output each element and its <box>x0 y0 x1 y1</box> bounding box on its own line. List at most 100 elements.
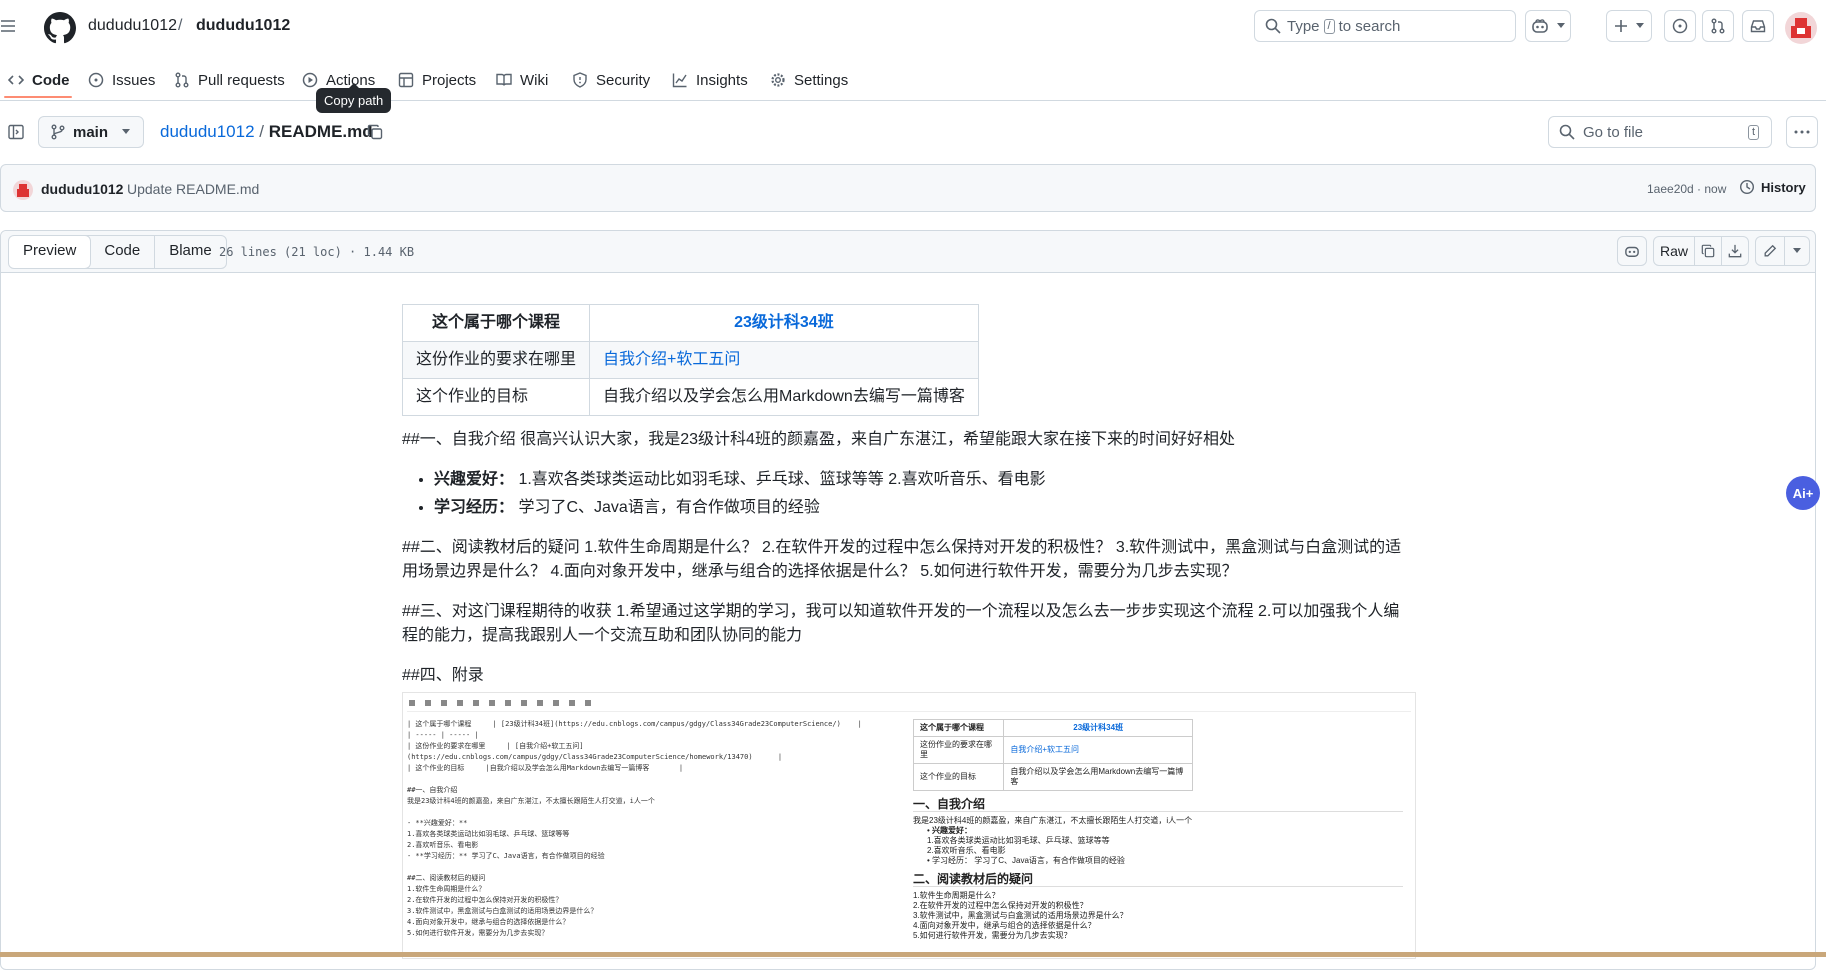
history-button[interactable]: History <box>1739 179 1806 195</box>
sidebar-expand-icon[interactable] <box>8 124 24 140</box>
edit-menu-button[interactable] <box>1784 236 1810 266</box>
author-avatar[interactable] <box>13 180 33 200</box>
list-item: 1.喜欢各类球类运动比如羽毛球、乒乓球、篮球等等 <box>927 836 1110 845</box>
issues-shortcut-button[interactable] <box>1664 10 1696 42</box>
homework-link[interactable]: 自我介绍+软工五问 <box>603 351 740 368</box>
copy-raw-button[interactable] <box>1694 236 1722 266</box>
blame-button[interactable]: Blame <box>155 236 226 268</box>
commit-message[interactable]: Update README.md <box>127 181 259 197</box>
avatar[interactable] <box>1785 12 1817 44</box>
preview-line: 4.面向对象开发中，继承与组合的选择依据是什么？ <box>913 921 1096 930</box>
table-cell: 23级计科34班 <box>1003 719 1193 737</box>
table-cell: 这个作业的目标 <box>401 378 591 416</box>
table-row: 这个属于哪个课程 23级计科34班 <box>912 719 1193 737</box>
breadcrumb: dududu1012 / README.md <box>160 122 373 142</box>
download-button[interactable] <box>1721 236 1749 266</box>
book-icon <box>496 72 520 88</box>
preview-list: • 兴趣爱好： 1.喜欢各类球类运动比如羽毛球、乒乓球、篮球等等 2.喜欢听音乐… <box>913 826 1403 866</box>
table-cell: 自我介绍以及学会怎么用Markdown去编写一篇博客 <box>589 378 979 416</box>
tab-label: Settings <box>794 71 849 89</box>
preview-text: 我是23级计科4班的颜嘉盈，来自广东湛江，不太擅长跟陌生人打交道，i人一个 <box>913 816 1193 825</box>
editor-source: | 这个属于哪个课程 | [23级计科34班](https://edu.cnbl… <box>407 720 862 937</box>
preview-line: 1.软件生命周期是什么？ <box>913 891 1000 900</box>
preview-line: 5.如何进行软件开发，需要分为几步去实现？ <box>913 931 1072 940</box>
tab-active-indicator <box>4 96 72 98</box>
table-cell: 自我介绍+软工五问 <box>1003 736 1193 764</box>
table-row: 这份作业的要求在哪里 自我介绍+软工五问 <box>912 736 1193 764</box>
chevron-down-icon <box>1793 248 1801 254</box>
paragraph-expectations: ##三、对这门课程期待的收获 1.希望通过这学期的学习，我可以知道软件开发的一个… <box>402 603 1400 644</box>
pencil-icon <box>1763 244 1777 258</box>
issue-opened-icon <box>1672 18 1688 34</box>
tab-settings[interactable]: Settings <box>770 66 848 94</box>
preview-button[interactable]: Preview <box>8 236 92 268</box>
raw-button[interactable]: Raw <box>1653 236 1695 266</box>
preview-line: 3.软件测试中，黑盒测试与白盒测试的适用场景边界是什么？ <box>913 911 1128 920</box>
commit-author[interactable]: dududu1012 <box>41 181 123 197</box>
course-link[interactable]: 23级计科34班 <box>734 314 834 331</box>
tab-wiki[interactable]: Wiki <box>496 66 548 94</box>
tab-pull-requests[interactable]: Pull requests <box>174 66 285 94</box>
tab-projects[interactable]: Projects <box>398 66 476 94</box>
issue-opened-icon <box>88 72 112 88</box>
list-item-text: 1.喜欢各类球类运动比如羽毛球、乒乓球、篮球等等 2.喜欢听音乐、看电影 <box>514 471 1046 488</box>
more-options-button[interactable] <box>1786 116 1818 148</box>
copilot-icon <box>1531 18 1549 34</box>
inbox-button[interactable] <box>1742 10 1774 42</box>
code-icon <box>8 72 32 88</box>
list-item-text: 学习了C、Java语言，有合作做项目的经验 <box>514 499 820 516</box>
owner-link[interactable]: dududu1012 <box>88 17 177 35</box>
go-to-file-input[interactable]: Go to file t <box>1548 116 1772 148</box>
git-pull-request-icon <box>174 72 198 88</box>
copilot-icon <box>1624 244 1640 258</box>
tab-label: Projects <box>422 71 477 89</box>
ai-assistant-button[interactable]: Ai+ <box>1786 476 1820 510</box>
copy-icon <box>1701 244 1715 258</box>
tab-security[interactable]: Security <box>572 66 650 94</box>
branch-name: main <box>73 123 109 141</box>
table-icon <box>398 72 422 88</box>
tab-issues[interactable]: Issues <box>88 66 155 94</box>
copilot-file-button[interactable] <box>1617 236 1647 266</box>
table-cell: 自我介绍+软工五问 <box>589 341 979 379</box>
gear-icon <box>770 72 794 88</box>
download-icon <box>1728 244 1742 258</box>
editor-preview: 这个属于哪个课程 23级计科34班 这份作业的要求在哪里 自我介绍+软工五问 这个作… <box>912 719 1403 941</box>
tab-label: Security <box>596 71 651 89</box>
go-to-file-placeholder: Go to file <box>1583 123 1644 141</box>
repo-link[interactable]: dududu1012 <box>196 17 290 35</box>
graph-icon <box>672 72 696 88</box>
go-to-file-shortcut-key: t <box>1747 124 1759 140</box>
list-item-title: 学习经历： <box>434 499 515 516</box>
branch-selector[interactable]: main <box>38 116 144 148</box>
menu-icon[interactable] <box>0 18 16 34</box>
tab-code[interactable]: Code <box>8 66 70 94</box>
file-toolbar: Preview Code Blame 26 lines (21 loc) · 1… <box>1 231 1815 273</box>
pull-requests-shortcut-button[interactable] <box>1702 10 1734 42</box>
code-view-button[interactable]: Code <box>90 236 156 268</box>
github-logo-icon[interactable] <box>44 12 76 44</box>
kebab-horizontal-icon <box>1794 130 1810 134</box>
tab-label: Wiki <box>520 71 549 89</box>
commit-sha-time[interactable]: 1aee20d · now <box>1647 182 1726 196</box>
chevron-down-icon <box>122 129 131 135</box>
list-item: 学习经历： 学习了C、Java语言，有合作做项目的经验 <box>434 496 1414 520</box>
table-cell: 这个作业的目标 <box>912 763 1005 791</box>
copy-icon[interactable] <box>367 124 383 140</box>
tab-insights[interactable]: Insights <box>672 66 748 94</box>
list-item-title: 兴趣爱好： <box>434 471 515 488</box>
edit-button[interactable] <box>1755 236 1785 266</box>
table-cell: 这份作业的要求在哪里 <box>401 341 591 379</box>
preview-table: 这个属于哪个课程 23级计科34班 这份作业的要求在哪里 自我介绍+软工五问 这个作… <box>912 719 1193 791</box>
search-input[interactable]: Type / to search <box>1254 10 1516 42</box>
breadcrumb-repo-link[interactable]: dududu1012 <box>160 122 255 141</box>
table-cell: 23级计科34班 <box>589 304 979 342</box>
copilot-button[interactable] <box>1525 10 1571 42</box>
header-separator: / <box>178 17 183 34</box>
table-row: 这个属于哪个课程 23级计科34班 <box>401 304 979 342</box>
create-new-button[interactable] <box>1606 10 1652 42</box>
preview-line: 2.在软件开发的过程中怎么保持对开发的积极性？ <box>913 901 1088 910</box>
chevron-down-icon <box>1557 23 1565 29</box>
paragraph-appendix: ##四、附录 <box>402 667 484 684</box>
paragraph-questions: ##二、阅读教材后的疑问 1.软件生命周期是什么？ 2.在软件开发的过程中怎么保… <box>402 539 1402 580</box>
